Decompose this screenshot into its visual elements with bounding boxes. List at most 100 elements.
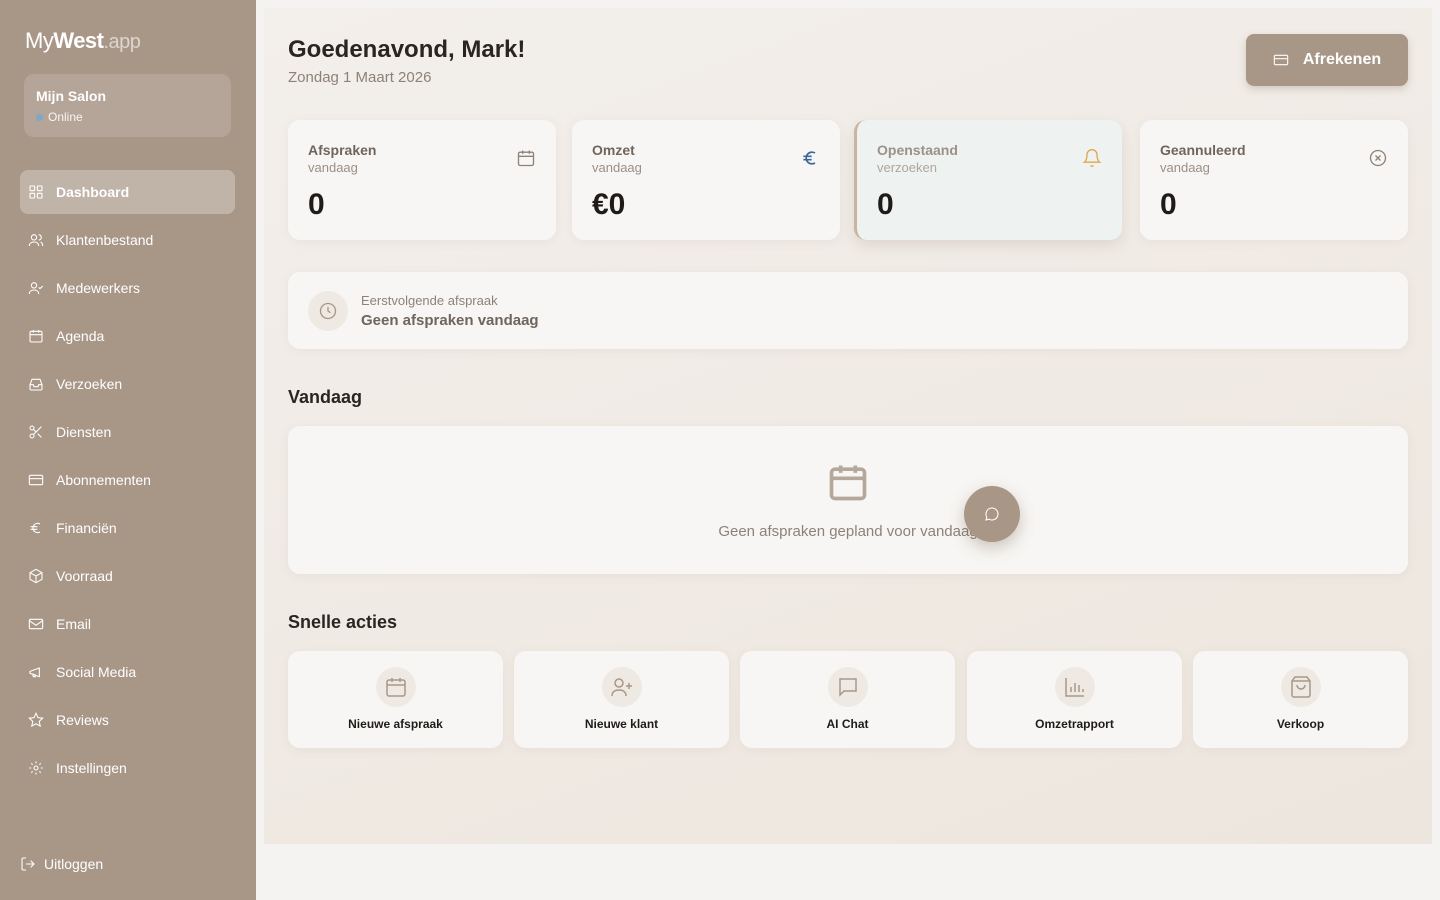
sidebar-item-label: Instellingen [56,760,127,776]
quick-action-verkoop[interactable]: Verkoop [1193,651,1408,748]
user-plus-icon [610,678,632,697]
stat-card-afspraken[interactable]: Afspraken vandaag 0 [288,120,556,240]
salon-name: Mijn Salon [36,88,106,104]
user-check-icon [28,282,44,295]
status-dot-icon [36,113,43,121]
megaphone-icon [29,667,40,678]
quick-action-nieuwe-afspraak[interactable]: Nieuwe afspraak [288,651,503,748]
quick-action-label: Nieuwe afspraak [348,717,443,731]
next-appointment-card: Eerstvolgende afspraak Geen afspraken va… [288,272,1408,349]
quick-action-icon-wrap [827,667,868,707]
sidebar: MyWest.app Mijn Salon Online Dashboard K… [0,0,256,900]
stat-title: Geannuleerd [1160,142,1246,158]
gear-icon [29,761,43,775]
sidebar-item-label: Abonnementen [56,472,151,488]
euro-icon [30,522,41,534]
quick-action-nieuwe-klant[interactable]: Nieuwe klant [514,651,729,748]
chat-bubble-icon [985,507,999,521]
logo-part-app: .app [103,31,141,53]
quick-action-label: Verkoop [1276,717,1325,731]
salon-card[interactable]: Mijn Salon Online [24,74,231,137]
logout-label: Uitloggen [44,856,104,872]
section-title-quick-actions: Snelle acties [288,612,398,632]
stat-value: 0 [877,188,894,221]
stat-subtitle: vandaag [1160,160,1210,175]
sidebar-item-medewerkers[interactable]: Medewerkers [20,266,235,310]
sidebar-item-agenda[interactable]: Agenda [20,314,235,358]
bar-chart-icon [1064,678,1084,697]
chat-fab-button[interactable] [964,486,1020,542]
shopping-bag-icon [1290,676,1311,698]
quick-action-label: AI Chat [826,717,869,731]
logout-icon [21,857,35,871]
sidebar-item-label: Diensten [56,424,112,440]
quick-action-label: Nieuwe klant [584,717,659,731]
sidebar-item-label: Reviews [56,712,109,728]
sidebar-nav: Dashboard Klantenbestand Medewerkers Age… [20,170,235,794]
sidebar-item-diensten[interactable]: Diensten [20,410,235,454]
salon-status-label: Online [48,110,83,124]
next-appointment-label: Eerstvolgende afspraak [361,293,498,308]
card-icon [1273,54,1289,66]
section-title-today: Vandaag [288,387,363,407]
sidebar-item-label: Dashboard [56,184,130,200]
main-content: Goedenavond, Mark! Zondag 1 Maart 2026 A… [264,8,1432,844]
sidebar-item-reviews[interactable]: Reviews [20,698,235,742]
stat-subtitle: verzoeken [877,160,937,175]
scissors-icon [29,425,42,439]
star-icon [28,712,44,728]
sidebar-item-voorraad[interactable]: Voorraad [20,554,235,598]
sidebar-item-label: Verzoeken [56,376,123,392]
bell-icon [1082,149,1102,167]
sidebar-item-label: Email [56,616,92,632]
sidebar-item-instellingen[interactable]: Instellingen [20,746,235,790]
app-logo[interactable]: MyWest.app [25,28,141,54]
sidebar-item-label: Klantenbestand [56,232,154,248]
sidebar-item-email[interactable]: Email [20,602,235,646]
quick-action-icon-wrap [1280,667,1321,707]
sidebar-item-social-media[interactable]: Social Media [20,650,235,694]
calendar-icon [517,150,535,167]
quick-action-omzetrapport[interactable]: Omzetrapport [967,651,1182,748]
euro-icon [803,151,816,165]
users-icon [28,234,44,247]
checkout-button[interactable]: Afrekenen [1246,34,1408,86]
calendar-icon [385,678,406,697]
stat-value: €0 [592,188,626,221]
stat-subtitle: vandaag [308,160,358,175]
logo-part-west: West [53,28,104,53]
sidebar-item-verzoeken[interactable]: Verzoeken [20,362,235,406]
quick-action-label: Omzetrapport [1035,717,1114,731]
quick-action-ai-chat[interactable]: AI Chat [740,651,955,748]
logo-part-my: My [25,28,54,53]
checkout-label: Afrekenen [1302,51,1382,68]
x-circle-icon [1369,149,1387,167]
current-date: Zondag 1 Maart 2026 [288,69,432,86]
today-appointments-card: Geen afspraken gepland voor vandaag [288,426,1408,574]
stat-value: 0 [1160,188,1177,221]
quick-action-icon-wrap [375,667,416,707]
stat-card-geannuleerd[interactable]: Geannuleerd vandaag 0 [1140,120,1408,240]
stat-title: Omzet [592,142,635,158]
calendar-icon [29,330,43,343]
today-empty-message: Geen afspraken gepland voor vandaag [718,523,978,540]
grid-icon [29,185,43,199]
sidebar-item-financien[interactable]: Financiën [20,506,235,550]
inbox-icon [29,378,43,391]
sidebar-item-abonnementen[interactable]: Abonnementen [20,458,235,502]
logout-button[interactable]: Uitloggen [20,856,103,872]
page-title: Goedenavond, Mark! [288,36,526,63]
sidebar-item-klantenbestand[interactable]: Klantenbestand [20,218,235,262]
chat-icon [838,678,857,697]
stat-card-omzet[interactable]: Omzet vandaag €0 [572,120,840,240]
quick-action-icon-wrap [601,667,642,707]
stat-title: Openstaand [877,142,958,158]
stat-card-openstaand[interactable]: Openstaand verzoeken 0 [854,120,1122,240]
box-icon [29,568,43,584]
next-appointment-value: Geen afspraken vandaag [361,312,539,329]
quick-action-icon-wrap [1054,667,1095,707]
card-icon [28,474,44,486]
sidebar-item-dashboard[interactable]: Dashboard [20,170,235,214]
stat-value: 0 [308,188,325,221]
sidebar-item-label: Agenda [56,328,105,344]
